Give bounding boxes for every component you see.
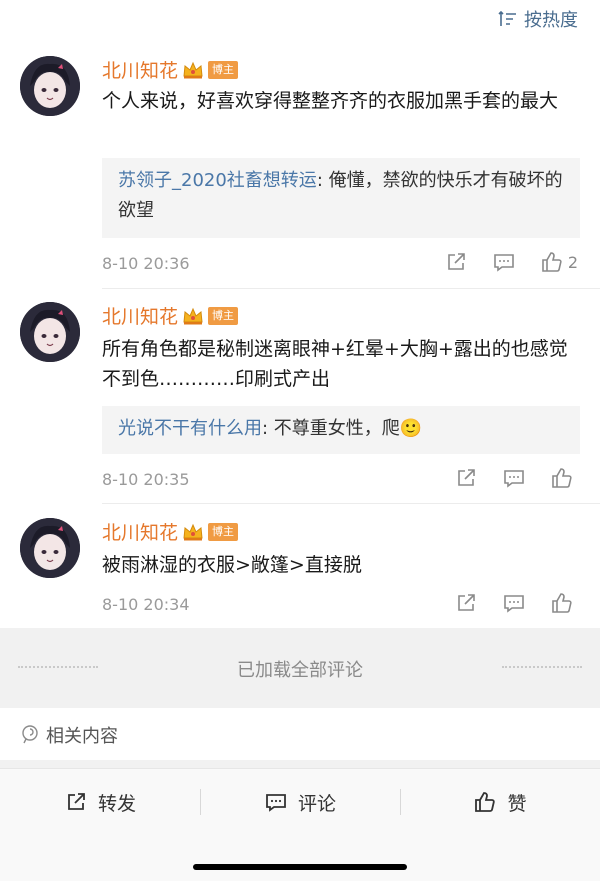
thumbs-up-icon [542, 252, 562, 272]
repost-button[interactable] [454, 466, 478, 490]
share-icon [458, 594, 475, 611]
divider [102, 288, 600, 289]
avatar[interactable] [20, 56, 80, 116]
reply-username[interactable]: 光说不干有什么用 [118, 418, 262, 439]
comment-text: 被雨淋湿的衣服>敞篷>直接脱 [102, 554, 362, 576]
like-label: 赞 [507, 792, 527, 815]
dotted-line [502, 666, 582, 668]
related-content-row[interactable]: 相关内容 [0, 708, 600, 760]
related-label: 相关内容 [46, 726, 118, 747]
share-icon [68, 793, 85, 810]
timestamp: 8-10 20:36 [102, 254, 190, 273]
comment-actions [454, 466, 578, 490]
comment-icon [266, 794, 286, 812]
sort-icon [498, 10, 516, 26]
comment-button[interactable] [502, 591, 526, 615]
comment-icon [504, 595, 524, 613]
repost-button[interactable] [454, 591, 478, 615]
crown-icon [183, 523, 203, 540]
repost-button[interactable] [444, 250, 468, 274]
sort-bar: 按热度 [0, 0, 600, 36]
repost-label: 转发 [97, 792, 136, 815]
author-row: 北川知花 博主 [102, 56, 239, 83]
thumbs-up-icon [552, 593, 572, 613]
avatar[interactable] [20, 302, 80, 362]
timestamp: 8-10 20:35 [102, 470, 190, 489]
share-icon [458, 469, 475, 486]
repost-toolbar-button[interactable]: 转发 [0, 787, 200, 817]
comment-text: 所有角色都是秘制迷离眼神+红晕+大胸+露出的也感觉不到色…………印刷式产出 [102, 338, 568, 390]
comment-text: 个人来说，好喜欢穿得整整齐齐的衣服加黑手套的最大 [102, 90, 559, 112]
home-indicator[interactable] [193, 864, 407, 870]
all-loaded-banner: 已加载全部评论 [0, 628, 600, 708]
like-button[interactable] [550, 591, 578, 615]
like-count: 2 [567, 252, 578, 272]
reply-box[interactable]: 光说不干有什么用: 不尊重女性，爬🙂 [102, 406, 580, 454]
comment-label: 评论 [297, 792, 336, 815]
comment-actions: 2 [444, 250, 578, 274]
like-toolbar-button[interactable]: 赞 [400, 787, 600, 817]
author-row: 北川知花 博主 [102, 302, 239, 329]
reply-username[interactable]: 苏领子_2020社畜想转运 [118, 170, 317, 191]
thumbs-up-icon [475, 792, 496, 812]
share-icon [448, 253, 465, 270]
author-name[interactable]: 北川知花 [102, 518, 178, 545]
bottom-toolbar: 转发 评论 赞 [0, 768, 600, 881]
blogger-badge: 博主 [208, 60, 239, 79]
thumbs-up-icon [552, 468, 572, 488]
like-button[interactable]: 2 [540, 250, 578, 274]
separator-band [0, 760, 600, 768]
reply-text: : 不尊重女性，爬🙂 [262, 418, 423, 439]
crown-icon [183, 307, 203, 324]
crown-icon [183, 61, 203, 78]
blogger-badge: 博主 [208, 306, 239, 325]
author-row: 北川知花 博主 [102, 518, 239, 545]
reply-box[interactable]: 苏领子_2020社畜想转运: 俺懂，禁欲的快乐才有破坏的欲望 [102, 158, 580, 238]
like-button[interactable] [550, 466, 578, 490]
comment-button[interactable] [492, 250, 516, 274]
comment-icon [494, 254, 514, 272]
avatar[interactable] [20, 518, 80, 578]
comment-toolbar-button[interactable]: 评论 [200, 787, 400, 817]
comment-button[interactable] [502, 466, 526, 490]
all-loaded-text: 已加载全部评论 [237, 660, 363, 681]
comment-icon [504, 470, 524, 488]
author-name[interactable]: 北川知花 [102, 302, 178, 329]
location-pin-icon [22, 725, 38, 744]
sort-label: 按热度 [524, 10, 578, 31]
author-name[interactable]: 北川知花 [102, 56, 178, 83]
timestamp: 8-10 20:34 [102, 595, 190, 614]
divider [102, 503, 600, 504]
blogger-badge: 博主 [208, 522, 239, 541]
sort-by-hot-button[interactable]: 按热度 [498, 6, 578, 32]
comment-actions [454, 591, 578, 615]
